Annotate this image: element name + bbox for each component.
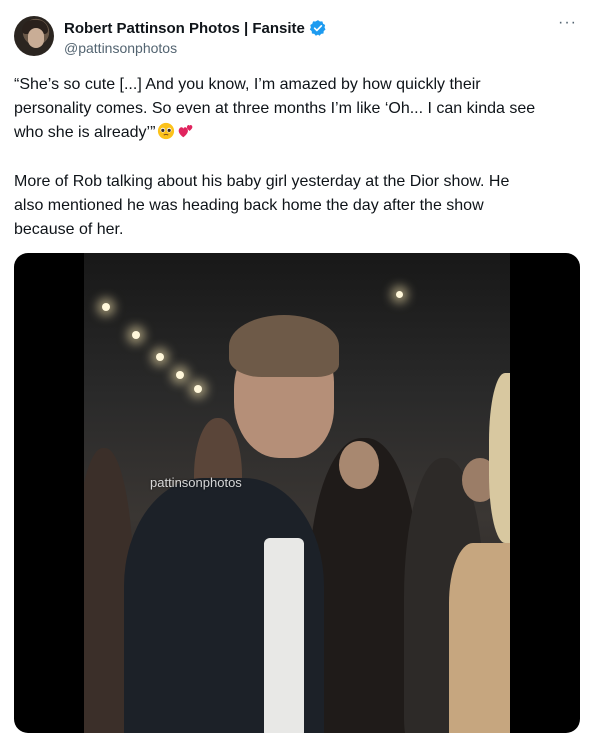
tweet-text-line: because of her. [14,221,124,238]
tweet-text-line: personality comes. So even at three mont… [14,100,536,117]
main-person-hair [229,315,339,377]
stage-light [156,353,164,361]
tweet-text-line: who she is already’” [14,121,584,145]
author-name-row: Robert Pattinson Photos | Fansite [64,19,327,37]
woman-figure [449,543,510,733]
tweet-text-paragraph-1: “She’s so cute [...] And you know, I’m a… [14,73,584,145]
tweet-text-line-content: who she is already’” [14,124,156,141]
woman-hair [489,373,510,543]
stage-light [176,371,184,379]
crowd-person [339,441,379,489]
video-watermark: pattinsonphotos [150,475,242,490]
verified-badge-icon [309,20,326,36]
tweet-text-line: also mentioned he was heading back home … [14,197,484,214]
main-person-shirt [264,538,304,733]
pleading-face-icon [158,122,175,140]
tweet-text-line: “She’s so cute [...] And you know, I’m a… [14,76,481,93]
stage-light [396,291,403,298]
stage-light [132,331,140,339]
video-media[interactable]: pattinsonphotos [14,253,580,733]
tweet-text-line: More of Rob talking about his baby girl … [14,173,510,190]
two-hearts-icon [179,124,193,138]
stage-light [194,385,202,393]
avatar[interactable] [14,16,54,56]
avatar-face [28,28,44,48]
author-handle[interactable]: @pattinsonphotos [64,40,177,56]
video-frame: pattinsonphotos [84,253,510,733]
tweet-text-paragraph-2: More of Rob talking about his baby girl … [14,170,584,242]
display-name[interactable]: Robert Pattinson Photos | Fansite [64,20,305,37]
tweet-card[interactable]: Robert Pattinson Photos | Fansite @patti… [0,0,599,733]
stage-light [102,303,110,311]
more-options-icon[interactable]: ··· [558,15,577,31]
